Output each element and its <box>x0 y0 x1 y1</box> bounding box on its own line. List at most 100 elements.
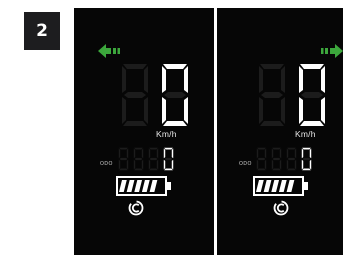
battery-bar <box>286 180 295 192</box>
segment-c <box>156 159 159 170</box>
segment-b <box>309 148 312 159</box>
battery-bar <box>278 180 287 192</box>
segment-c <box>279 159 282 170</box>
segment-e <box>118 159 121 170</box>
segment-a <box>300 64 324 69</box>
speed-unit-label: Km/h <box>156 129 177 139</box>
speed-digit-tens <box>122 64 148 126</box>
odometer-digit-2 <box>271 147 282 171</box>
segment-a <box>119 147 128 150</box>
segment-c <box>281 97 285 124</box>
battery-bar <box>134 180 143 192</box>
segment-e <box>122 97 126 124</box>
segment-f <box>299 66 303 93</box>
lcd-display-left: Km/h ODO <box>74 8 214 255</box>
segment-d <box>260 121 284 126</box>
segment-f <box>301 148 304 159</box>
segment-g <box>261 92 283 98</box>
segment-c <box>141 159 144 170</box>
segment-c <box>126 159 129 170</box>
segment-d <box>257 168 266 171</box>
speed-unit-label: Km/h <box>295 129 316 139</box>
segment-c <box>321 97 325 124</box>
odometer-label: ODO <box>100 161 113 167</box>
battery-bar <box>256 180 264 192</box>
segment-a <box>260 64 284 69</box>
odometer-digit-3 <box>148 147 159 171</box>
segment-b <box>281 66 285 93</box>
segment-c <box>171 159 174 170</box>
segment-d <box>134 168 143 171</box>
lcd-display-right: Km/h ODO <box>217 8 343 255</box>
segment-b <box>264 148 267 159</box>
odometer-digit-4 <box>301 147 312 171</box>
segment-a <box>272 147 281 150</box>
segment-c <box>309 159 312 170</box>
segment-f <box>118 148 121 159</box>
segment-b <box>141 148 144 159</box>
speed-digit-ones <box>299 64 325 126</box>
segment-g <box>272 157 281 161</box>
segment-f <box>122 66 126 93</box>
speed-digit-tens <box>259 64 285 126</box>
battery-bar <box>271 180 280 192</box>
segment-f <box>133 148 136 159</box>
right-turn-signal-icon <box>321 44 343 58</box>
segment-g <box>164 92 186 98</box>
battery-icon <box>253 176 308 196</box>
battery-icon <box>116 176 171 196</box>
segment-a <box>149 147 158 150</box>
odometer-digit-1 <box>256 147 267 171</box>
segment-b <box>126 148 129 159</box>
segment-f <box>271 148 274 159</box>
segment-g <box>149 157 158 161</box>
segment-a <box>257 147 266 150</box>
segment-a <box>164 147 173 150</box>
segment-f <box>148 148 151 159</box>
segment-b <box>184 66 188 93</box>
segment-g <box>257 157 266 161</box>
segment-e <box>299 97 303 124</box>
segment-b <box>279 148 282 159</box>
segment-d <box>302 168 311 171</box>
segment-c <box>294 159 297 170</box>
segment-e <box>256 159 259 170</box>
left-turn-signal-icon <box>98 44 120 58</box>
segment-e <box>163 159 166 170</box>
battery-bar <box>149 180 158 192</box>
segment-e <box>286 159 289 170</box>
odometer-digit-4 <box>163 147 174 171</box>
segment-c <box>184 97 188 124</box>
segment-d <box>149 168 158 171</box>
segment-a <box>134 147 143 150</box>
segment-b <box>144 66 148 93</box>
segment-d <box>287 168 296 171</box>
figure-label-badge: 2 <box>24 12 60 50</box>
segment-b <box>294 148 297 159</box>
battery-bar <box>119 180 127 192</box>
battery-bar <box>126 180 135 192</box>
odometer-label: ODO <box>239 161 252 167</box>
segment-g <box>164 157 173 161</box>
segment-f <box>286 148 289 159</box>
segment-d <box>300 121 324 126</box>
segment-e <box>301 159 304 170</box>
segment-c <box>264 159 267 170</box>
assist-c-icon <box>273 200 289 216</box>
segment-a <box>287 147 296 150</box>
segment-d <box>163 121 187 126</box>
segment-g <box>119 157 128 161</box>
segment-g <box>134 157 143 161</box>
odometer-digit-2 <box>133 147 144 171</box>
odometer-digit-1 <box>118 147 129 171</box>
segment-d <box>119 168 128 171</box>
segment-a <box>302 147 311 150</box>
segment-e <box>271 159 274 170</box>
segment-b <box>171 148 174 159</box>
segment-f <box>256 148 259 159</box>
segment-g <box>301 92 323 98</box>
segment-e <box>162 97 166 124</box>
segment-e <box>259 97 263 124</box>
segment-a <box>123 64 147 69</box>
odometer-digit-3 <box>286 147 297 171</box>
